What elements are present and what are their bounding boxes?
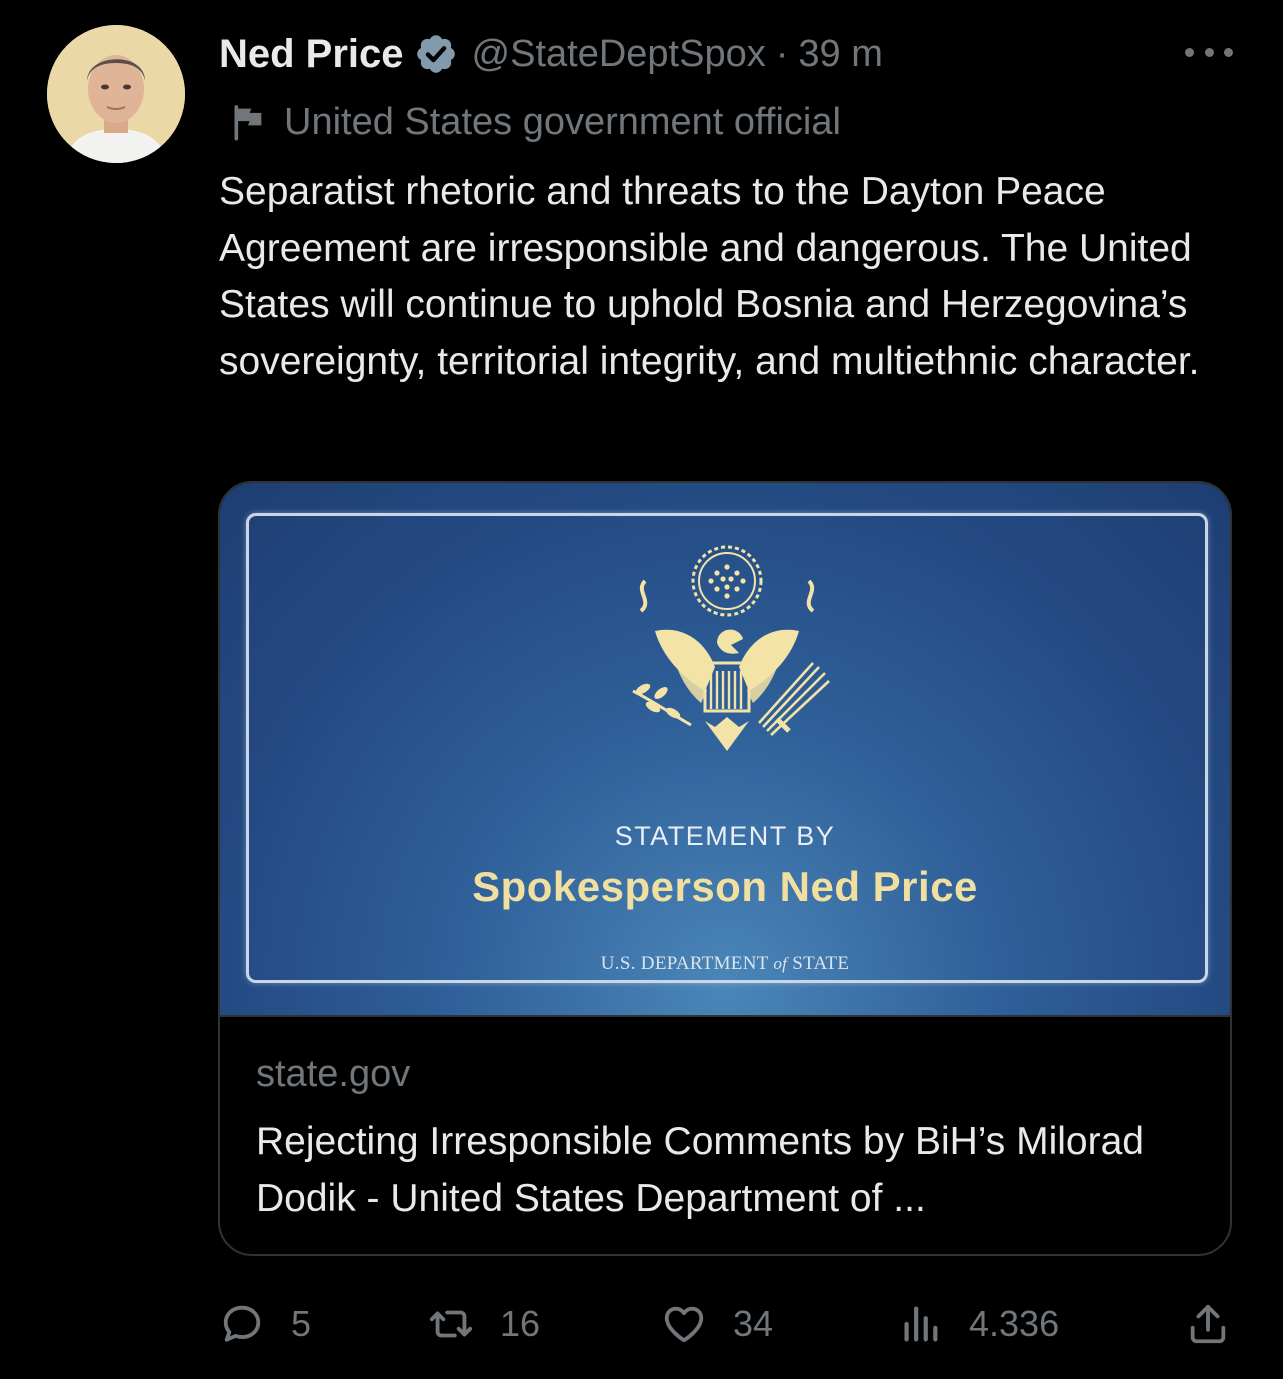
spokesperson-label: Spokesperson Ned Price xyxy=(472,863,978,910)
retweet-icon xyxy=(429,1310,473,1338)
affiliation-label: United States government official xyxy=(228,96,841,148)
tweet-text: Separatist rhetoric and threats to the D… xyxy=(219,170,1203,383)
separator-dot: · xyxy=(775,32,789,75)
seal-icon xyxy=(632,545,830,751)
more-dot xyxy=(1204,47,1214,57)
views-icon xyxy=(904,1306,938,1342)
views-count: 4.336 xyxy=(969,1303,1060,1344)
author-handle[interactable]: @StateDeptSpox xyxy=(472,33,766,76)
author-name[interactable]: Ned Price xyxy=(219,32,404,77)
more-dot xyxy=(1185,47,1194,57)
share-button[interactable] xyxy=(1185,1296,1231,1352)
reply-count: 5 xyxy=(291,1303,312,1344)
like-count: 34 xyxy=(733,1303,774,1344)
flag-icon xyxy=(234,105,262,141)
card-image[interactable]: STATEMENT BY Spokesperson Ned Price U.S.… xyxy=(220,483,1230,1017)
card-title[interactable]: Rejecting Irresponsible Comments by BiH’… xyxy=(256,1113,1206,1227)
views-button[interactable]: 4.336 xyxy=(897,1296,1059,1352)
link-card[interactable]: STATEMENT BY Spokesperson Ned Price U.S.… xyxy=(218,481,1232,1256)
department-label: U.S. DEPARTMENT of STATE xyxy=(220,953,1230,975)
dept-prefix: U.S. DEPARTMENT xyxy=(600,953,769,974)
dept-suffix: STATE xyxy=(792,953,850,974)
like-icon xyxy=(664,1306,704,1343)
card-domain: state.gov xyxy=(256,1053,411,1095)
reply-icon xyxy=(223,1305,261,1342)
avatar-photo xyxy=(47,25,185,163)
retweet-button[interactable]: 16 xyxy=(428,1296,540,1352)
more-dot xyxy=(1224,47,1233,57)
tweet-header: Ned Price @StateDeptSpox · 39 m xyxy=(219,26,883,82)
retweet-count: 16 xyxy=(500,1303,541,1344)
avatar[interactable] xyxy=(47,25,185,163)
action-bar: 5 16 34 4.336 xyxy=(0,1296,1283,1352)
statement-by-label: STATEMENT BY xyxy=(614,821,836,851)
more-icon[interactable] xyxy=(1185,40,1233,64)
dept-of: of xyxy=(773,954,788,973)
affiliation-text: United States government official xyxy=(284,100,841,143)
like-button[interactable]: 34 xyxy=(661,1296,773,1352)
reply-button[interactable]: 5 xyxy=(219,1296,311,1352)
share-icon xyxy=(1190,1304,1226,1344)
verified-badge-icon xyxy=(416,35,455,73)
tweet-time[interactable]: 39 m xyxy=(798,33,882,76)
